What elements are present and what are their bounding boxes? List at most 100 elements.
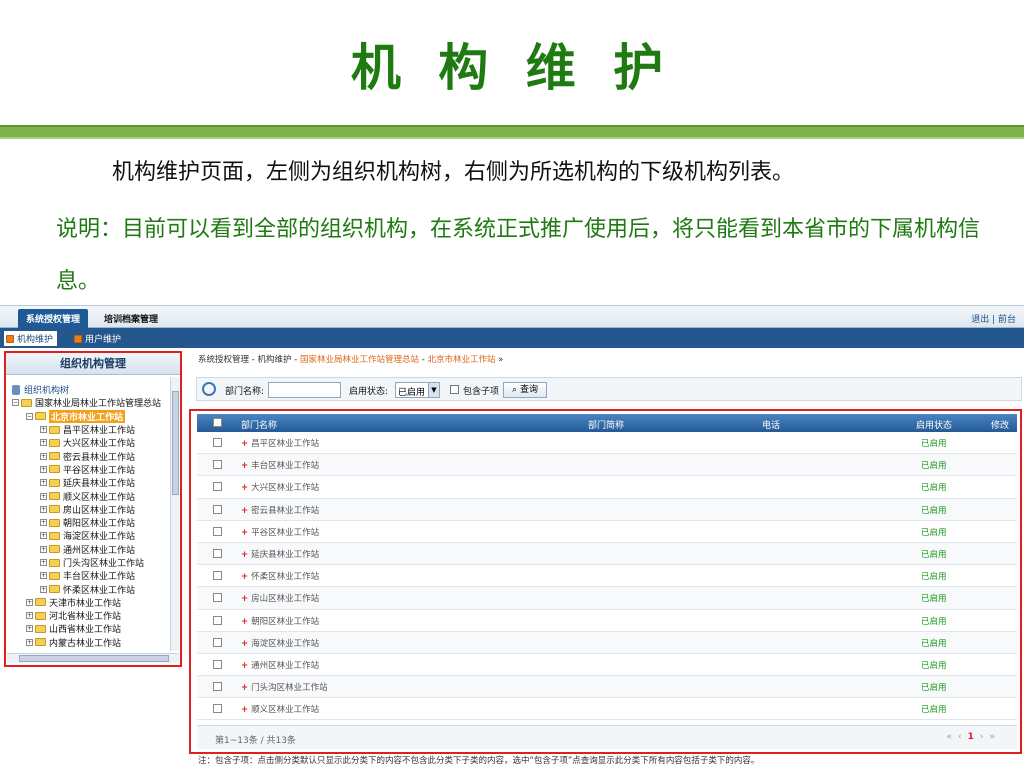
row-checkbox[interactable] [213,637,222,647]
row-name[interactable]: + 丰台区林业工作站 [241,459,319,471]
row-checkbox[interactable] [213,659,222,669]
include-sub-checkbox[interactable] [450,385,459,394]
breadcrumb-link-beijing[interactable]: 北京市林业工作站 [427,355,495,365]
tree-node[interactable]: + 门头沟区林业工作站 [12,556,174,569]
logout-frontend-links[interactable]: 退出 | 前台 [971,312,1016,325]
expand-icon[interactable]: + [241,528,248,538]
query-button[interactable]: ⌕ 查询 [503,382,547,398]
expand-icon[interactable]: + [26,612,33,620]
tree-node[interactable]: + 海淀区林业工作站 [12,529,174,542]
tree-node[interactable]: + 河北省林业工作站 [12,609,174,622]
tab-system-auth[interactable]: 系统授权管理 [18,309,89,328]
collapse-icon[interactable]: − [26,412,33,420]
expand-icon[interactable]: + [40,559,47,566]
expand-icon[interactable]: + [241,594,248,604]
first-page-button[interactable]: « [946,732,958,742]
tab-training-archive[interactable]: 培训档案管理 [96,309,166,328]
expand-icon[interactable]: + [241,572,248,582]
expand-icon[interactable]: + [40,492,47,500]
tree-node[interactable]: + 怀柔区林业工作站 [12,582,174,596]
expand-icon[interactable]: + [40,545,47,553]
row-name[interactable]: + 密云县林业工作站 [241,504,319,516]
expand-icon[interactable]: + [241,506,248,516]
row-name[interactable]: + 延庆县林业工作站 [241,548,319,560]
expand-icon[interactable]: + [241,683,248,693]
tree-node[interactable]: + 昌平区林业工作站 [12,423,174,436]
tree-node-label: 国家林业局林业工作站管理总站 [35,399,162,410]
horizontal-scrollbar[interactable] [7,653,179,663]
expand-icon[interactable]: + [241,705,248,715]
expand-icon[interactable]: + [241,550,248,560]
expand-icon[interactable]: + [40,532,47,540]
row-checkbox[interactable] [213,460,222,470]
tree-node[interactable]: + 大兴区林业工作站 [12,436,174,449]
tree-node[interactable]: + 内蒙古林业工作站 [12,636,174,649]
expand-icon[interactable]: + [40,585,47,593]
expand-icon[interactable]: + [26,638,33,646]
row-name[interactable]: + 昌平区林业工作站 [241,437,319,449]
tree-node[interactable]: + 顺义区林业工作站 [12,489,174,503]
row-checkbox[interactable] [213,438,222,447]
expand-icon[interactable]: + [26,598,33,606]
expand-icon[interactable]: + [241,461,248,471]
expand-icon[interactable]: + [241,483,248,493]
row-name[interactable]: + 怀柔区林业工作站 [241,570,319,582]
expand-icon[interactable]: + [40,465,47,473]
expand-icon[interactable]: + [40,505,47,513]
row-name[interactable]: + 海淀区林业工作站 [241,637,319,649]
tree-node[interactable]: + 山西省林业工作站 [12,622,174,635]
tree-node[interactable]: + 房山区林业工作站 [12,503,174,516]
row-name[interactable]: + 大兴区林业工作站 [241,481,319,493]
select-all-checkbox[interactable] [213,418,222,427]
subtab-org-maintenance[interactable]: 机构维护 [4,331,58,346]
row-name[interactable]: + 顺义区林业工作站 [241,703,319,715]
row-checkbox[interactable] [213,504,222,514]
tree-node[interactable]: + 朝阳区林业工作站 [12,516,174,529]
expand-icon[interactable]: + [241,661,248,671]
tree-node[interactable]: + 延庆县林业工作站 [12,476,174,489]
expand-icon[interactable]: + [241,439,248,449]
status-select[interactable]: 已启用 ▼ [395,382,440,398]
row-name[interactable]: + 通州区林业工作站 [241,659,319,671]
last-page-button[interactable]: » [989,732,1001,742]
row-name[interactable]: + 平谷区林业工作站 [241,526,319,538]
row-checkbox[interactable] [213,615,222,625]
row-checkbox[interactable] [213,526,222,536]
tree-node[interactable]: 组织机构树 [12,383,174,396]
row-checkbox[interactable] [213,704,222,714]
tree-node[interactable]: + 平谷区林业工作站 [12,463,174,476]
current-page[interactable]: 1 [968,732,980,742]
expand-icon[interactable]: + [241,617,248,627]
row-name[interactable]: + 朝阳区林业工作站 [241,615,319,627]
row-checkbox[interactable] [213,571,222,581]
tree-node[interactable]: + 丰台区林业工作站 [12,569,174,582]
subtab-user-maintenance[interactable]: 用户维护 [74,332,121,345]
row-name[interactable]: + 门头沟区林业工作站 [241,681,328,693]
expand-icon[interactable]: + [40,519,47,527]
row-name[interactable]: + 房山区林业工作站 [241,592,319,604]
expand-icon[interactable]: + [241,639,248,649]
expand-icon[interactable]: + [40,452,47,460]
expand-icon[interactable]: + [40,439,47,447]
tree-node[interactable]: − 国家林业局林业工作站管理总站 [12,396,174,409]
scroll-thumb[interactable] [19,655,169,662]
org-icon [6,334,14,343]
row-checkbox[interactable] [213,548,222,558]
row-checkbox[interactable] [213,593,222,603]
expand-icon[interactable]: + [40,479,47,487]
dept-name-input[interactable] [268,382,341,398]
tree-node[interactable]: + 密云县林业工作站 [12,449,174,463]
scroll-thumb[interactable] [172,391,179,495]
prev-page-button[interactable]: ‹ [958,732,968,742]
breadcrumb-link-hq[interactable]: 国家林业局林业工作站管理总站 [300,355,419,365]
expand-icon[interactable]: + [40,572,47,580]
row-checkbox[interactable] [213,482,222,492]
row-checkbox[interactable] [213,682,222,692]
tree-node[interactable]: + 通州区林业工作站 [12,543,174,556]
tree-node[interactable]: + 天津市林业工作站 [12,596,174,609]
expand-icon[interactable]: + [40,426,47,434]
tree-node[interactable]: − 北京市林业工作站 [12,409,174,423]
collapse-icon[interactable]: − [12,399,19,407]
vertical-scrollbar[interactable] [170,377,179,651]
expand-icon[interactable]: + [26,625,33,633]
